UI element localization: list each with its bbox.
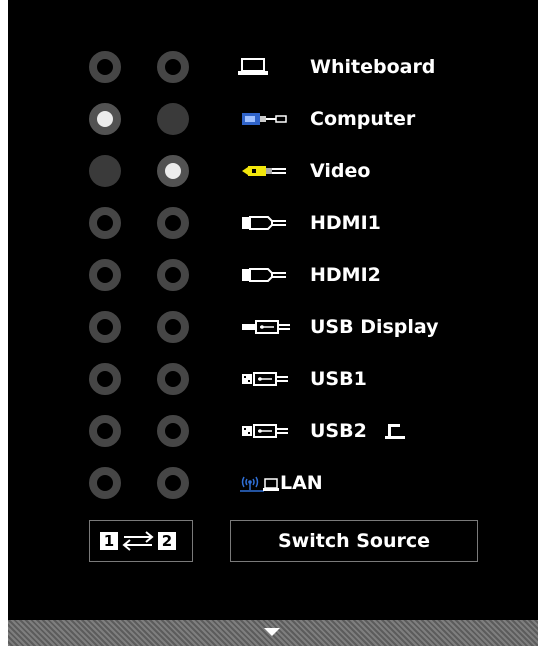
radio-screen2-lan[interactable] xyxy=(157,467,189,499)
radio-screen2-computer xyxy=(157,103,189,135)
source-row-usb-display: USB Display xyxy=(8,307,538,347)
source-row-video: Video xyxy=(8,151,538,191)
source-row-usb1: USB1 xyxy=(8,359,538,399)
radio-screen2-usb2[interactable] xyxy=(157,415,189,447)
radio-screen2-usb-display[interactable] xyxy=(157,311,189,343)
source-row-usb2: USB2 xyxy=(8,411,538,451)
computer-vga-icon xyxy=(242,113,287,125)
source-label-usb-display: USB Display xyxy=(310,316,439,338)
radio-screen1-usb2[interactable] xyxy=(89,415,121,447)
radio-screen2-video[interactable] xyxy=(157,155,189,187)
swap-left-number: 1 xyxy=(104,532,114,550)
document-camera-icon xyxy=(385,424,405,439)
source-row-hdmi2: HDMI2 xyxy=(8,255,538,295)
source-label-usb2: USB2 xyxy=(310,420,367,442)
usb-icon xyxy=(242,424,288,438)
radio-screen1-whiteboard[interactable] xyxy=(89,51,121,83)
source-row-whiteboard: Whiteboard xyxy=(8,47,538,87)
source-label-whiteboard: Whiteboard xyxy=(310,56,436,78)
hdmi-icon xyxy=(242,268,286,282)
radio-screen1-video xyxy=(89,155,121,187)
source-row-lan: LAN xyxy=(8,463,538,503)
radio-screen1-hdmi2[interactable] xyxy=(89,259,121,291)
radio-screen1-hdmi1[interactable] xyxy=(89,207,121,239)
usb-display-icon xyxy=(242,320,290,334)
radio-screen1-computer[interactable] xyxy=(89,103,121,135)
radio-screen2-hdmi1[interactable] xyxy=(157,207,189,239)
hdmi-icon xyxy=(242,216,286,230)
source-label-lan: LAN xyxy=(280,472,323,494)
swap-right-number: 2 xyxy=(162,532,172,550)
source-label-video: Video xyxy=(310,160,371,182)
radio-screen2-usb1[interactable] xyxy=(157,363,189,395)
radio-screen1-usb-display[interactable] xyxy=(89,311,121,343)
swap-screens-button[interactable]: 1 2 xyxy=(89,520,193,562)
chevron-down-icon xyxy=(264,628,280,636)
whiteboard-icon xyxy=(238,58,268,75)
radio-screen1-lan[interactable] xyxy=(89,467,121,499)
source-row-hdmi1: HDMI1 xyxy=(8,203,538,243)
video-rca-icon xyxy=(242,166,286,176)
source-row-computer: Computer xyxy=(8,99,538,139)
radio-screen1-usb1[interactable] xyxy=(89,363,121,395)
usb-icon xyxy=(242,372,288,386)
swap-arrows-icon: 1 2 xyxy=(100,531,176,551)
source-label-usb1: USB1 xyxy=(310,368,367,390)
source-label-hdmi2: HDMI2 xyxy=(310,264,381,286)
source-label-hdmi1: HDMI1 xyxy=(310,212,381,234)
switch-source-button[interactable]: Switch Source xyxy=(230,520,478,562)
source-label-computer: Computer xyxy=(310,108,416,130)
radio-screen2-whiteboard[interactable] xyxy=(157,51,189,83)
scroll-down-bar[interactable] xyxy=(8,620,538,646)
radio-screen2-hdmi2[interactable] xyxy=(157,259,189,291)
source-selection-panel: Whiteboard Computer Video HDMI1 HDMI2 US… xyxy=(8,0,538,646)
